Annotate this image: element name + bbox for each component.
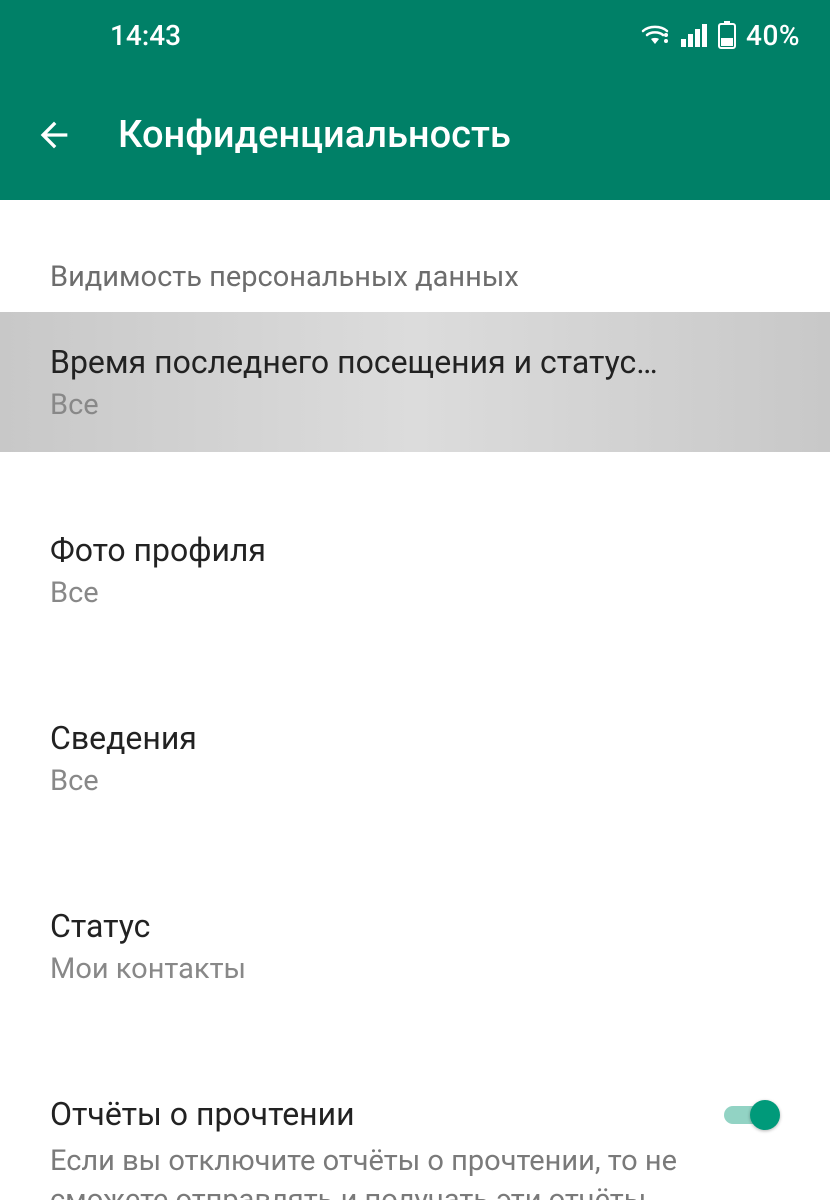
spacer	[0, 1016, 830, 1064]
setting-profile-photo[interactable]: Фото профиля Все	[0, 500, 830, 640]
item-value: Мои контакты	[50, 952, 780, 986]
setting-read-receipts[interactable]: Отчёты о прочтении Если вы отключите отч…	[0, 1064, 830, 1200]
battery-percentage: 40%	[746, 19, 800, 52]
item-title: Время последнего посещения и статус…	[50, 342, 780, 382]
item-value: Все	[50, 388, 780, 422]
spacer	[0, 452, 830, 500]
setting-about[interactable]: Сведения Все	[0, 688, 830, 828]
setting-last-seen[interactable]: Время последнего посещения и статус… Все	[0, 312, 830, 452]
app-bar: Конфиденциальность	[0, 70, 830, 200]
item-description: Если вы отключите отчёты о прочтении, то…	[50, 1142, 704, 1200]
content: Видимость персональных данных Время посл…	[0, 200, 830, 1200]
spacer	[0, 640, 830, 688]
item-value: Все	[50, 764, 780, 798]
status-right: 40%	[640, 19, 800, 52]
status-time: 14:43	[110, 19, 181, 52]
item-value: Все	[50, 576, 780, 610]
item-title: Статус	[50, 906, 780, 946]
spacer	[0, 828, 830, 876]
item-title: Сведения	[50, 718, 780, 758]
item-title: Фото профиля	[50, 530, 780, 570]
section-header-visibility: Видимость персональных данных	[0, 200, 830, 312]
item-texts: Статус Мои контакты	[50, 906, 780, 986]
page-title: Конфиденциальность	[118, 113, 511, 157]
item-texts: Время последнего посещения и статус… Все	[50, 342, 780, 422]
item-texts: Сведения Все	[50, 718, 780, 798]
item-title: Отчёты о прочтении	[50, 1094, 704, 1134]
read-receipts-toggle[interactable]	[724, 1100, 780, 1130]
wifi-icon	[640, 23, 670, 47]
battery-icon	[718, 21, 736, 49]
status-bar: 14:43 40%	[0, 0, 830, 70]
item-texts: Отчёты о прочтении Если вы отключите отч…	[50, 1094, 704, 1200]
setting-status[interactable]: Статус Мои контакты	[0, 876, 830, 1016]
signal-icon	[680, 23, 708, 47]
item-texts: Фото профиля Все	[50, 530, 780, 610]
back-button[interactable]	[30, 111, 78, 159]
toggle-thumb	[750, 1100, 780, 1130]
arrow-left-icon	[34, 115, 74, 155]
